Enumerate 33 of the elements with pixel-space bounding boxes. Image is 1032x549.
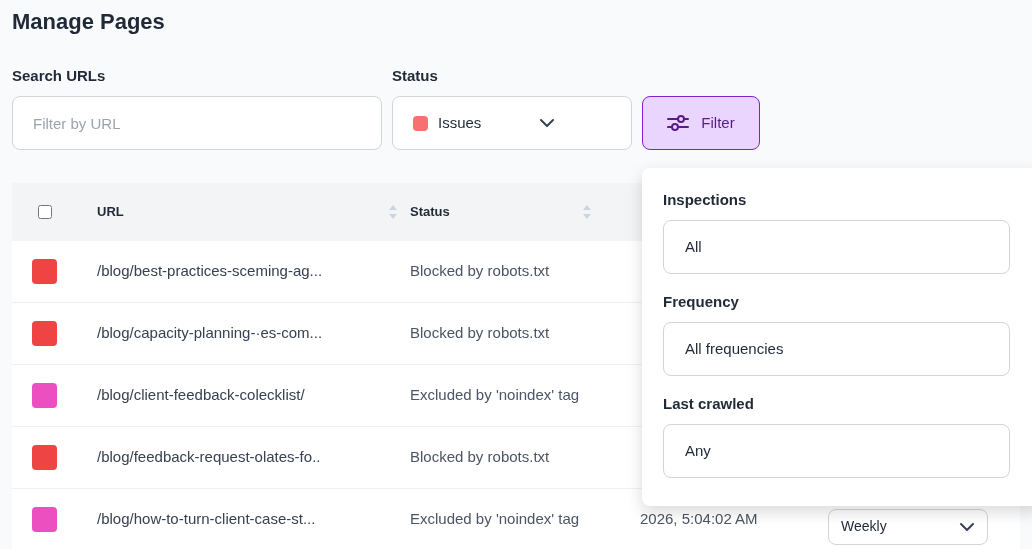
sort-icon[interactable] [582,204,592,220]
url-cell-text: /blog/best-practices-sceming-ag... [97,261,324,282]
field-label: Search URLs [12,66,107,86]
select-field[interactable]: All frequencies [663,322,1010,376]
chevron-down-icon [539,118,555,128]
sort-icon[interactable] [388,204,398,220]
field-label: Frequency [663,292,740,312]
select-all-checkbox[interactable] [38,205,52,219]
select-field[interactable]: Any [663,424,1010,478]
status-dropdown[interactable]: Issues [392,96,632,150]
sliders-icon [667,113,690,133]
status-cell-text: Excluded by 'noindex' tag [410,385,581,406]
status-cell-text: Excluded by 'noindex' tag [410,509,581,530]
url-cell-text: /blog/client-feedback-colecklist/ [97,385,306,406]
column-header[interactable]: Status [410,202,450,222]
status-cell-text: Blocked by robots.txt [410,447,551,468]
url-cell-text: /blog/feedback-request-olates-fo.. [97,447,322,468]
column-header[interactable]: URL [97,202,124,222]
select-field[interactable]: All [663,220,1010,274]
url-cell-text: /blog/how-to-turn-client-case-st... [97,509,317,530]
dropdown-value: Issues [438,112,483,133]
field-label: Inspections [663,190,748,210]
page-title: Manage Pages [12,8,166,36]
filter-button[interactable]: Filter [642,96,760,150]
chevron-down-icon [959,521,975,532]
field-label: Last crawled [663,394,755,414]
status-cell-text: Blocked by robots.txt [410,323,551,344]
date-cell-text: 2026, 5:04:02 AM [640,509,759,530]
field-label: Status [392,66,439,86]
frequency-dropdown[interactable]: Weekly [828,508,988,545]
search-field[interactable]: Filter by URL [12,96,382,150]
url-cell-text: /blog/capacity-planning-·es-com... [97,323,324,344]
status-cell-text: Blocked by robots.txt [410,261,551,282]
